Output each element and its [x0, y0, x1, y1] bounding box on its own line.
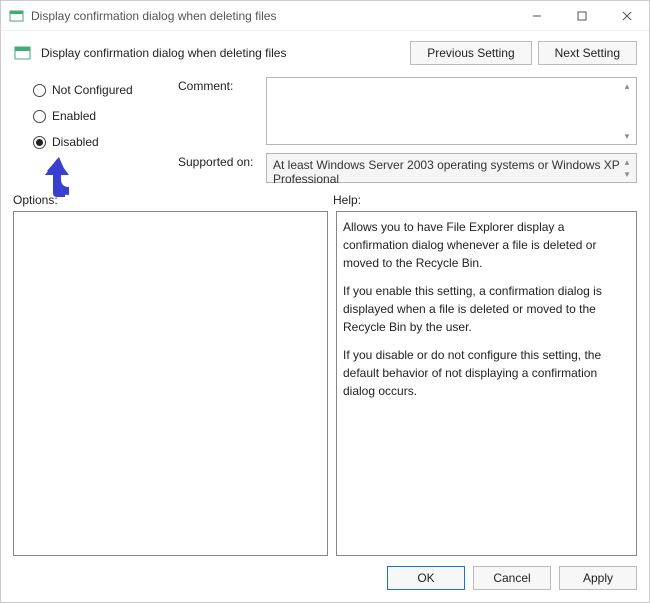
radio-not-configured[interactable]: Not Configured [33, 83, 178, 97]
radio-icon [33, 110, 46, 123]
cancel-button[interactable]: Cancel [473, 566, 551, 590]
scroll-up-icon[interactable]: ▴ [620, 156, 634, 168]
dialog-buttons: OK Cancel Apply [1, 556, 649, 602]
options-panel [13, 211, 328, 556]
section-labels: Options: Help: [13, 193, 637, 207]
scroll-down-icon[interactable]: ▾ [620, 168, 634, 180]
radio-label: Not Configured [52, 83, 133, 97]
scroll-down-icon[interactable]: ▾ [620, 130, 634, 142]
radio-icon [33, 136, 46, 149]
radio-icon [33, 84, 46, 97]
close-button[interactable] [604, 1, 649, 30]
options-label: Options: [13, 193, 333, 207]
previous-setting-button[interactable]: Previous Setting [410, 41, 531, 65]
comment-label: Comment: [178, 77, 266, 145]
maximize-button[interactable] [559, 1, 604, 30]
state-radio-group: Not Configured Enabled Disabled [13, 77, 178, 183]
scroll-up-icon[interactable]: ▴ [620, 80, 634, 92]
policy-icon [13, 43, 33, 63]
titlebar: Display confirmation dialog when deletin… [1, 1, 649, 31]
help-text-p2: If you enable this setting, a confirmati… [343, 282, 630, 336]
policy-title: Display confirmation dialog when deletin… [41, 46, 404, 60]
supported-on-field: At least Windows Server 2003 operating s… [266, 153, 637, 183]
header: Display confirmation dialog when deletin… [1, 31, 649, 69]
radio-label: Enabled [52, 109, 96, 123]
panels: Allows you to have File Explorer display… [13, 211, 637, 556]
supported-on-value: At least Windows Server 2003 operating s… [273, 158, 620, 186]
help-label: Help: [333, 193, 361, 207]
radio-disabled[interactable]: Disabled [33, 135, 178, 149]
window-title: Display confirmation dialog when deletin… [31, 9, 514, 23]
minimize-button[interactable] [514, 1, 559, 30]
comment-input[interactable]: ▴ ▾ [266, 77, 637, 145]
radio-enabled[interactable]: Enabled [33, 109, 178, 123]
policy-icon [9, 8, 25, 24]
supported-label: Supported on: [178, 153, 266, 183]
apply-button[interactable]: Apply [559, 566, 637, 590]
config-section: Not Configured Enabled Disabled Comment:… [1, 69, 649, 183]
help-panel: Allows you to have File Explorer display… [336, 211, 637, 556]
next-setting-button[interactable]: Next Setting [538, 41, 637, 65]
ok-button[interactable]: OK [387, 566, 465, 590]
help-text-p3: If you disable or do not configure this … [343, 346, 630, 400]
radio-label: Disabled [52, 135, 99, 149]
help-text-p1: Allows you to have File Explorer display… [343, 218, 630, 272]
